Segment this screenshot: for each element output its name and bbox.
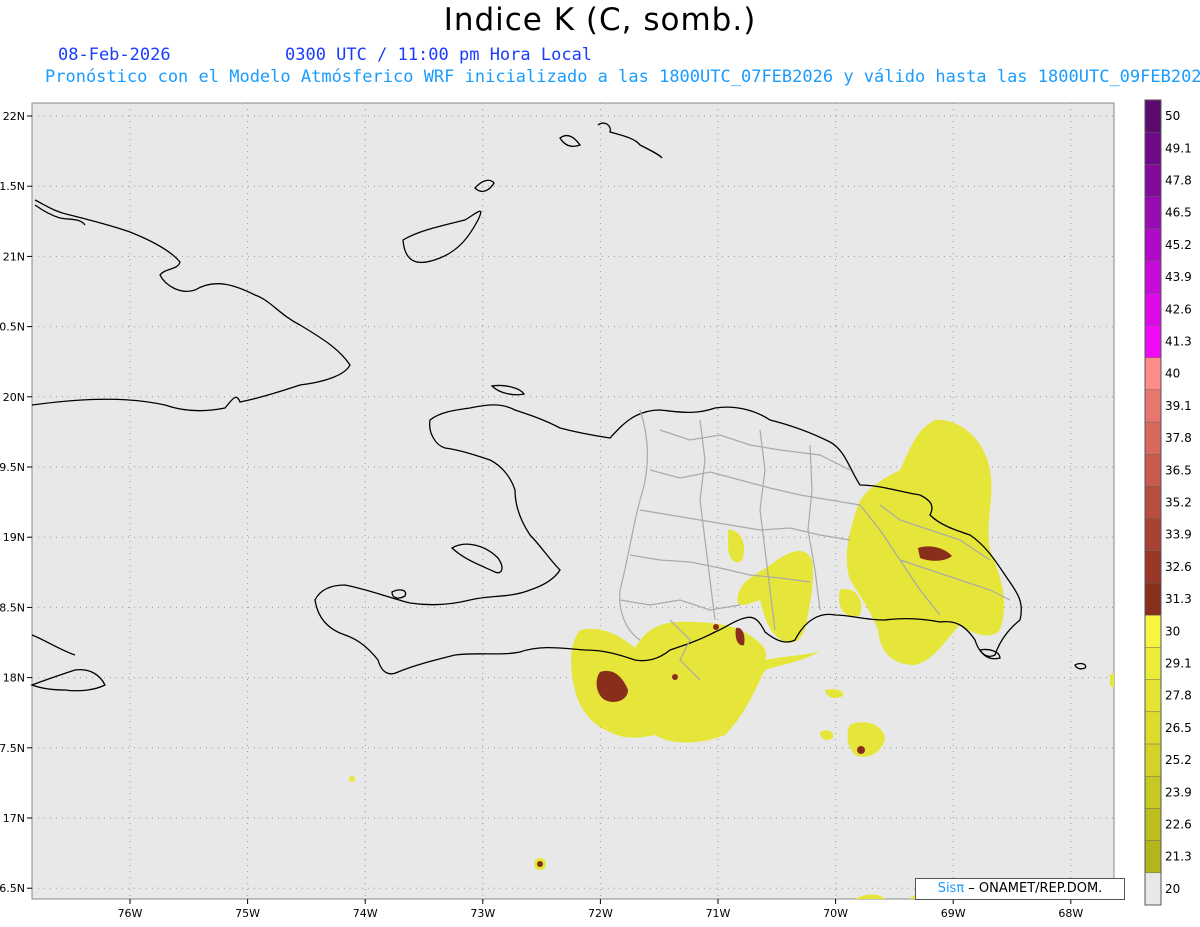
color-bar-label: 47.8 xyxy=(1165,174,1192,188)
lat-tick-label: 8.5N xyxy=(0,601,25,614)
lat-tick-label: 9.5N xyxy=(0,461,25,474)
color-bar-segment xyxy=(1145,744,1161,777)
color-bar-segment xyxy=(1145,518,1161,552)
lon-tick-label: 74W xyxy=(353,907,378,920)
lat-tick-label: 6.5N xyxy=(0,882,25,895)
color-bar-label: 33.9 xyxy=(1165,528,1192,542)
lon-tick-label: 70W xyxy=(823,907,848,920)
color-bar-label: 25.2 xyxy=(1165,753,1192,767)
color-bar-segment xyxy=(1145,647,1161,681)
color-bar-segment xyxy=(1145,583,1161,616)
lat-tick-label: 20N xyxy=(3,391,25,404)
lat-tick-label: 19N xyxy=(3,531,25,544)
lat-tick-label: 21N xyxy=(3,250,25,263)
color-bar-label: 31.3 xyxy=(1165,592,1192,606)
color-bar-segment xyxy=(1145,261,1161,294)
color-bar-label: 46.5 xyxy=(1165,206,1192,220)
color-bar-segment xyxy=(1145,679,1161,713)
color-bar-segment xyxy=(1145,422,1161,455)
lon-tick-label: 73W xyxy=(470,907,495,920)
lon-tick-label: 68W xyxy=(1058,907,1083,920)
lon-tick-label: 69W xyxy=(941,907,966,920)
k-core xyxy=(713,624,719,630)
color-bar-label: 45.2 xyxy=(1165,238,1192,252)
color-bar-segment xyxy=(1145,711,1161,745)
color-bar-segment xyxy=(1145,454,1161,487)
color-bar-label: 29.1 xyxy=(1165,657,1192,671)
color-bar-segment xyxy=(1145,100,1161,133)
lat-tick-label: 22N xyxy=(3,110,25,123)
credit-brand: Sisπ xyxy=(937,881,965,896)
color-bar-label: 20 xyxy=(1165,882,1180,896)
credit-badge: Sisπ – ONAMET/REP.DOM. xyxy=(915,878,1125,900)
color-bar-label: 42.6 xyxy=(1165,302,1192,316)
map-canvas: 22N 1.5N 21N 0.5N 20N 9.5N 19N 8.5N 18N 7.5N 17N 6.… xyxy=(0,99,1192,920)
k-field-patch xyxy=(349,776,355,782)
color-bar-label: 22.6 xyxy=(1165,818,1192,832)
color-bar-label: 50 xyxy=(1165,109,1180,123)
color-bar-segment xyxy=(1145,164,1161,198)
color-bar-label: 37.8 xyxy=(1165,431,1192,445)
color-bar-label: 36.5 xyxy=(1165,463,1192,477)
color-bar-segment xyxy=(1145,325,1161,359)
color-bar-label: 43.9 xyxy=(1165,270,1192,284)
color-bar-label: 27.8 xyxy=(1165,689,1192,703)
color-bar: 50 49.1 47.8 46.5 45.2 43.9 42.6 41.3 40 39.1 37.8… xyxy=(1144,99,1192,906)
color-bar-label: 21.3 xyxy=(1165,850,1192,864)
color-bar-segment xyxy=(1145,840,1161,874)
color-bar-segment xyxy=(1145,196,1161,230)
color-bar-label: 49.1 xyxy=(1165,141,1192,155)
color-bar-label: 23.9 xyxy=(1165,785,1192,799)
lon-tick-label: 76W xyxy=(118,907,143,920)
color-bar-segment xyxy=(1145,486,1161,520)
color-bar-label: 30 xyxy=(1165,624,1180,638)
color-bar-label: 39.1 xyxy=(1165,399,1192,413)
color-bar-segment xyxy=(1145,228,1161,262)
credit-text: – ONAMET/REP.DOM. xyxy=(964,881,1103,896)
color-bar-segment xyxy=(1145,389,1161,423)
color-bar-label: 26.5 xyxy=(1165,721,1192,735)
color-bar-segment xyxy=(1145,615,1161,648)
color-bar-segment xyxy=(1145,550,1161,584)
color-bar-segment xyxy=(1145,872,1161,906)
k-core xyxy=(672,674,678,680)
k-core xyxy=(537,861,543,867)
color-bar-segment xyxy=(1145,776,1161,809)
lat-tick-label: 18N xyxy=(3,672,25,685)
color-bar-label: 41.3 xyxy=(1165,335,1192,349)
lon-tick-label: 72W xyxy=(588,907,613,920)
color-bar-segment xyxy=(1145,293,1161,326)
color-bar-segment xyxy=(1145,132,1161,165)
color-bar-label: 32.6 xyxy=(1165,560,1192,574)
lat-tick-label: 7.5N xyxy=(0,742,25,755)
color-bar-label: 35.2 xyxy=(1165,496,1192,510)
lat-tick-label: 0.5N xyxy=(0,321,25,334)
lat-tick-label: 1.5N xyxy=(0,180,25,193)
lat-tick-label: 17N xyxy=(3,812,25,825)
lon-tick-label: 71W xyxy=(706,907,731,920)
k-core xyxy=(857,746,865,754)
color-bar-segment xyxy=(1145,808,1161,842)
lon-tick-label: 75W xyxy=(235,907,260,920)
color-bar-label: 40 xyxy=(1165,367,1180,381)
color-bar-segment xyxy=(1145,357,1161,391)
